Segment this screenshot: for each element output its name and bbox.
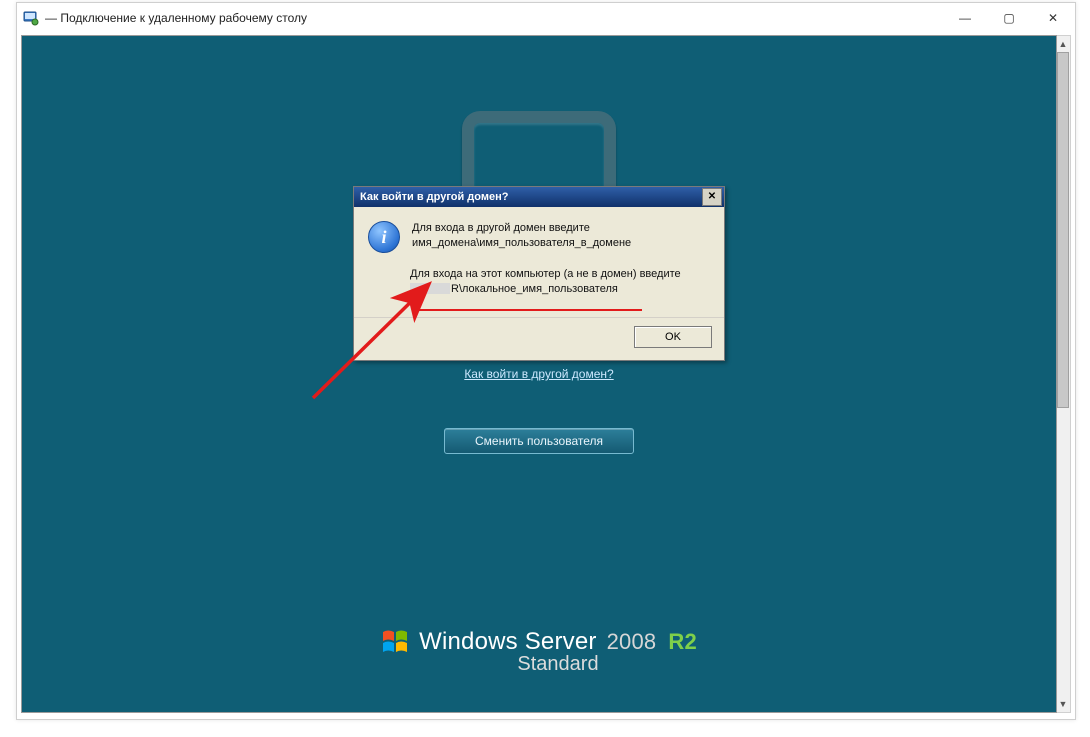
dialog-button-row: OK: [354, 317, 724, 360]
windows-logo-icon: [381, 627, 411, 657]
os-branding: Windows Server 2008 R2 Standard: [22, 627, 1056, 676]
dialog-text-block-1: Для входа в другой домен введите имя_дом…: [412, 221, 631, 253]
rdp-app-icon: [23, 10, 39, 26]
window-maximize-button[interactable]: ▢: [987, 4, 1031, 32]
scroll-track[interactable]: [1056, 52, 1070, 696]
vertical-scrollbar[interactable]: ▲ ▼: [1055, 35, 1071, 713]
dialog-text-block-2: Для входа на этот компьютер (а не в доме…: [410, 267, 710, 297]
dialog-title-text: Как войти в другой домен?: [360, 187, 508, 207]
scroll-thumb[interactable]: [1057, 52, 1069, 408]
branding-product: Windows Server: [419, 628, 597, 656]
branding-edition: Standard: [60, 653, 1056, 676]
domain-login-help-dialog: Как войти в другой домен? ✕ i Для входа …: [353, 186, 725, 361]
branding-year: 2008: [607, 629, 657, 655]
rdp-window: — Подключение к удаленному рабочему стол…: [16, 2, 1076, 720]
window-minimize-button[interactable]: —: [943, 4, 987, 32]
dialog-line4: R\локальное_имя_пользователя: [410, 282, 710, 297]
info-icon: i: [368, 221, 400, 253]
scroll-up-button[interactable]: ▲: [1056, 36, 1070, 52]
redacted-hostname: [410, 283, 450, 294]
dialog-titlebar[interactable]: Как войти в другой домен? ✕: [354, 187, 724, 207]
dialog-line3: Для входа на этот компьютер (а не в доме…: [410, 267, 710, 282]
dialog-line2: имя_домена\имя_пользователя_в_домене: [412, 236, 631, 251]
dialog-close-button[interactable]: ✕: [702, 188, 722, 206]
window-title: — Подключение к удаленному рабочему стол…: [45, 11, 307, 25]
ok-button[interactable]: OK: [634, 326, 712, 348]
remote-desktop-screen: Как войти в другой домен? ✕ i Для входа …: [21, 35, 1057, 713]
how-to-login-other-domain-link[interactable]: Как войти в другой домен?: [22, 367, 1056, 381]
annotation-red-underline: [412, 309, 642, 311]
branding-r2: R2: [668, 629, 697, 655]
dialog-body: i Для входа в другой домен введите имя_д…: [354, 207, 724, 317]
briefcase-icon: [462, 111, 616, 193]
scroll-down-button[interactable]: ▼: [1056, 696, 1070, 712]
window-titlebar[interactable]: — Подключение к удаленному рабочему стол…: [17, 3, 1075, 33]
switch-user-button[interactable]: Сменить пользователя: [444, 428, 634, 454]
dialog-line1: Для входа в другой домен введите: [412, 221, 631, 236]
window-close-button[interactable]: ✕: [1031, 4, 1075, 32]
